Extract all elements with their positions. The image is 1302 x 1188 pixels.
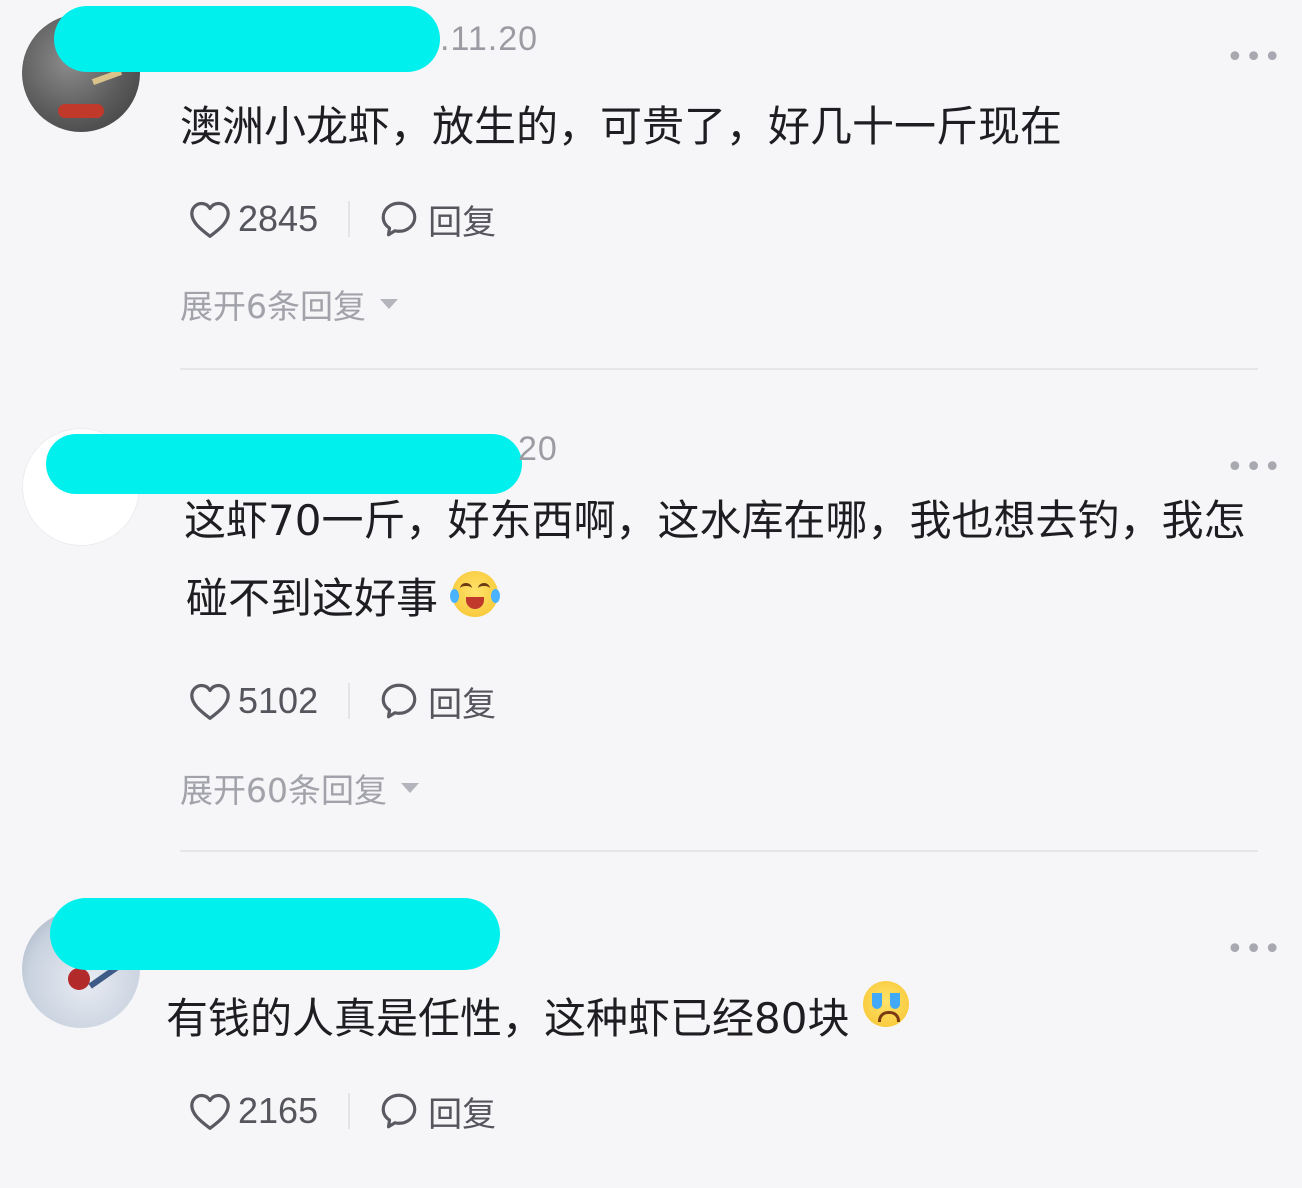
like-button[interactable]: 2845: [188, 198, 318, 240]
separator: [180, 368, 1258, 370]
expand-label: 展开60条回复: [180, 771, 387, 810]
speech-bubble-icon: [378, 198, 420, 240]
more-dots-icon[interactable]: •••: [1226, 43, 1282, 73]
comment-date: 20: [518, 430, 558, 468]
like-button[interactable]: 2165: [188, 1090, 318, 1132]
heart-outline-icon: [188, 1091, 232, 1131]
avatar-decoration: [58, 104, 104, 118]
reply-label: 回复: [428, 1094, 497, 1135]
separator: [180, 850, 1258, 852]
like-count: 2165: [238, 1090, 319, 1131]
expand-label: 展开6条回复: [180, 287, 366, 326]
username-redaction: [50, 898, 500, 970]
comment-text-line-1: 这虾70一斤，好东西啊，这水库在哪，我也想去钓，我怎: [184, 496, 1246, 545]
reply-label: 回复: [428, 684, 497, 725]
comment-text: 有钱的人真是任性，这种虾已经80块: [166, 994, 850, 1043]
like-button[interactable]: 5102: [188, 680, 318, 722]
username-redaction: [54, 6, 440, 72]
laughing-tears-emoji: [450, 571, 501, 617]
heart-outline-icon: [188, 681, 232, 721]
caret-down-icon: [401, 783, 419, 793]
reply-button[interactable]: 回复: [378, 1087, 496, 1136]
reply-button[interactable]: 回复: [378, 195, 496, 244]
comment-date: .11.20: [440, 20, 539, 58]
speech-bubble-icon: [378, 680, 420, 722]
comment-text-line-2: 碰不到这好事: [186, 560, 501, 638]
heart-outline-icon: [188, 199, 232, 239]
comment-actions: 5102 回复: [188, 676, 496, 726]
comment-text: 碰不到这好事: [186, 574, 439, 623]
comment-actions: 2165 回复: [188, 1086, 496, 1136]
speech-bubble-icon: [378, 1090, 420, 1132]
comment-text: 澳洲小龙虾，放生的，可贵了，好几十一斤现在: [180, 102, 1063, 151]
divider: [348, 201, 351, 237]
like-count: 5102: [238, 680, 319, 721]
divider: [348, 683, 351, 719]
reply-label: 回复: [428, 202, 497, 243]
expand-replies-button[interactable]: 展开60条回复: [180, 764, 419, 812]
caret-down-icon: [380, 299, 398, 309]
like-count: 2845: [238, 198, 319, 239]
crying-emoji: [863, 981, 910, 1027]
comment-actions: 2845 回复: [188, 194, 496, 244]
more-dots-icon[interactable]: •••: [1226, 453, 1282, 483]
comment-text-line: 有钱的人真是任性，这种虾已经80块: [166, 980, 910, 1058]
expand-replies-button[interactable]: 展开6条回复: [180, 280, 398, 328]
reply-button[interactable]: 回复: [378, 677, 496, 726]
avatar-decoration: [68, 968, 90, 990]
more-dots-icon[interactable]: •••: [1226, 935, 1282, 965]
divider: [348, 1093, 351, 1129]
